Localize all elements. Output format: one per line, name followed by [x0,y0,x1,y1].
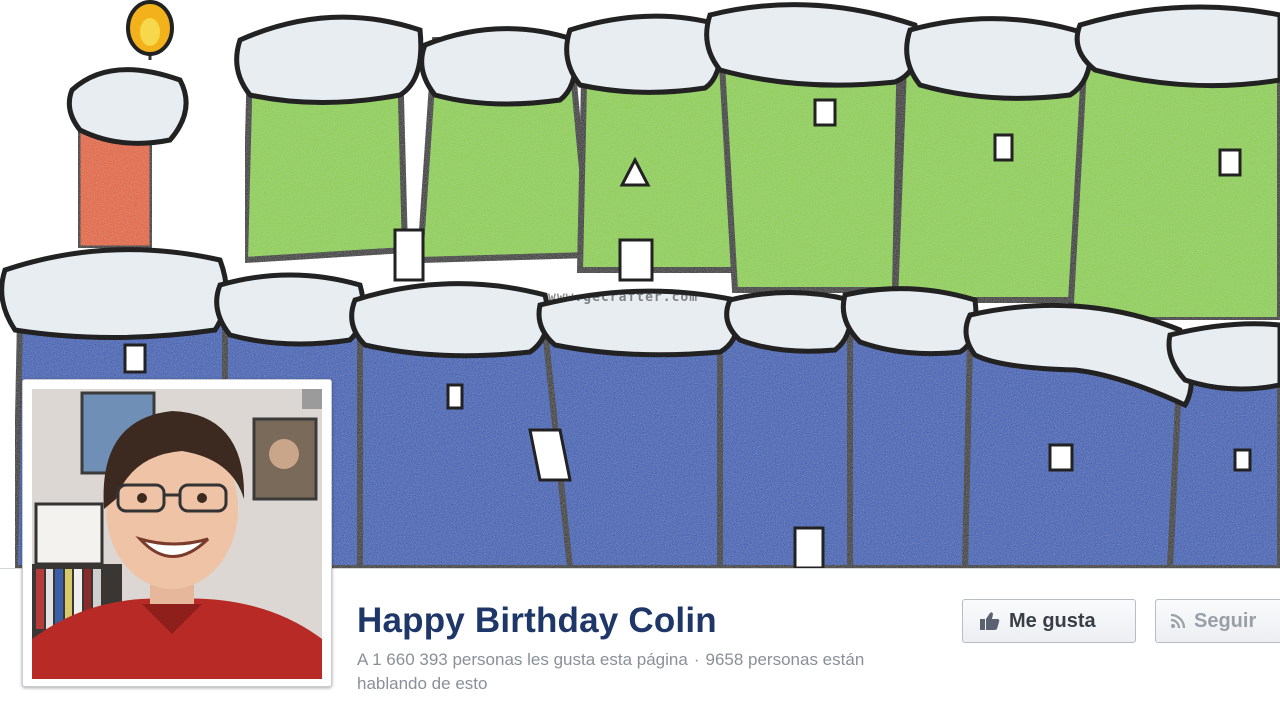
rss-icon [1170,613,1186,629]
profile-picture-frame[interactable] [22,379,332,687]
like-button-label: Me gusta [1009,609,1096,632]
page-stats: A 1 660 393 personas les gusta esta pági… [357,648,917,696]
likes-count-text: A 1 660 393 personas les gusta esta pági… [357,650,688,669]
stats-separator: · [693,650,700,669]
follow-button[interactable]: Seguir [1155,599,1280,643]
profile-photo-illustration [32,389,322,679]
candle-decoration [66,0,189,251]
like-button[interactable]: Me gusta [962,599,1136,643]
cover-watermark: www.gecrafter.com [548,290,699,305]
page-title: Happy Birthday Colin [357,601,717,640]
profile-picture[interactable] [32,389,322,679]
follow-button-label: Seguir [1194,609,1257,632]
thumbs-up-icon [979,611,1001,631]
